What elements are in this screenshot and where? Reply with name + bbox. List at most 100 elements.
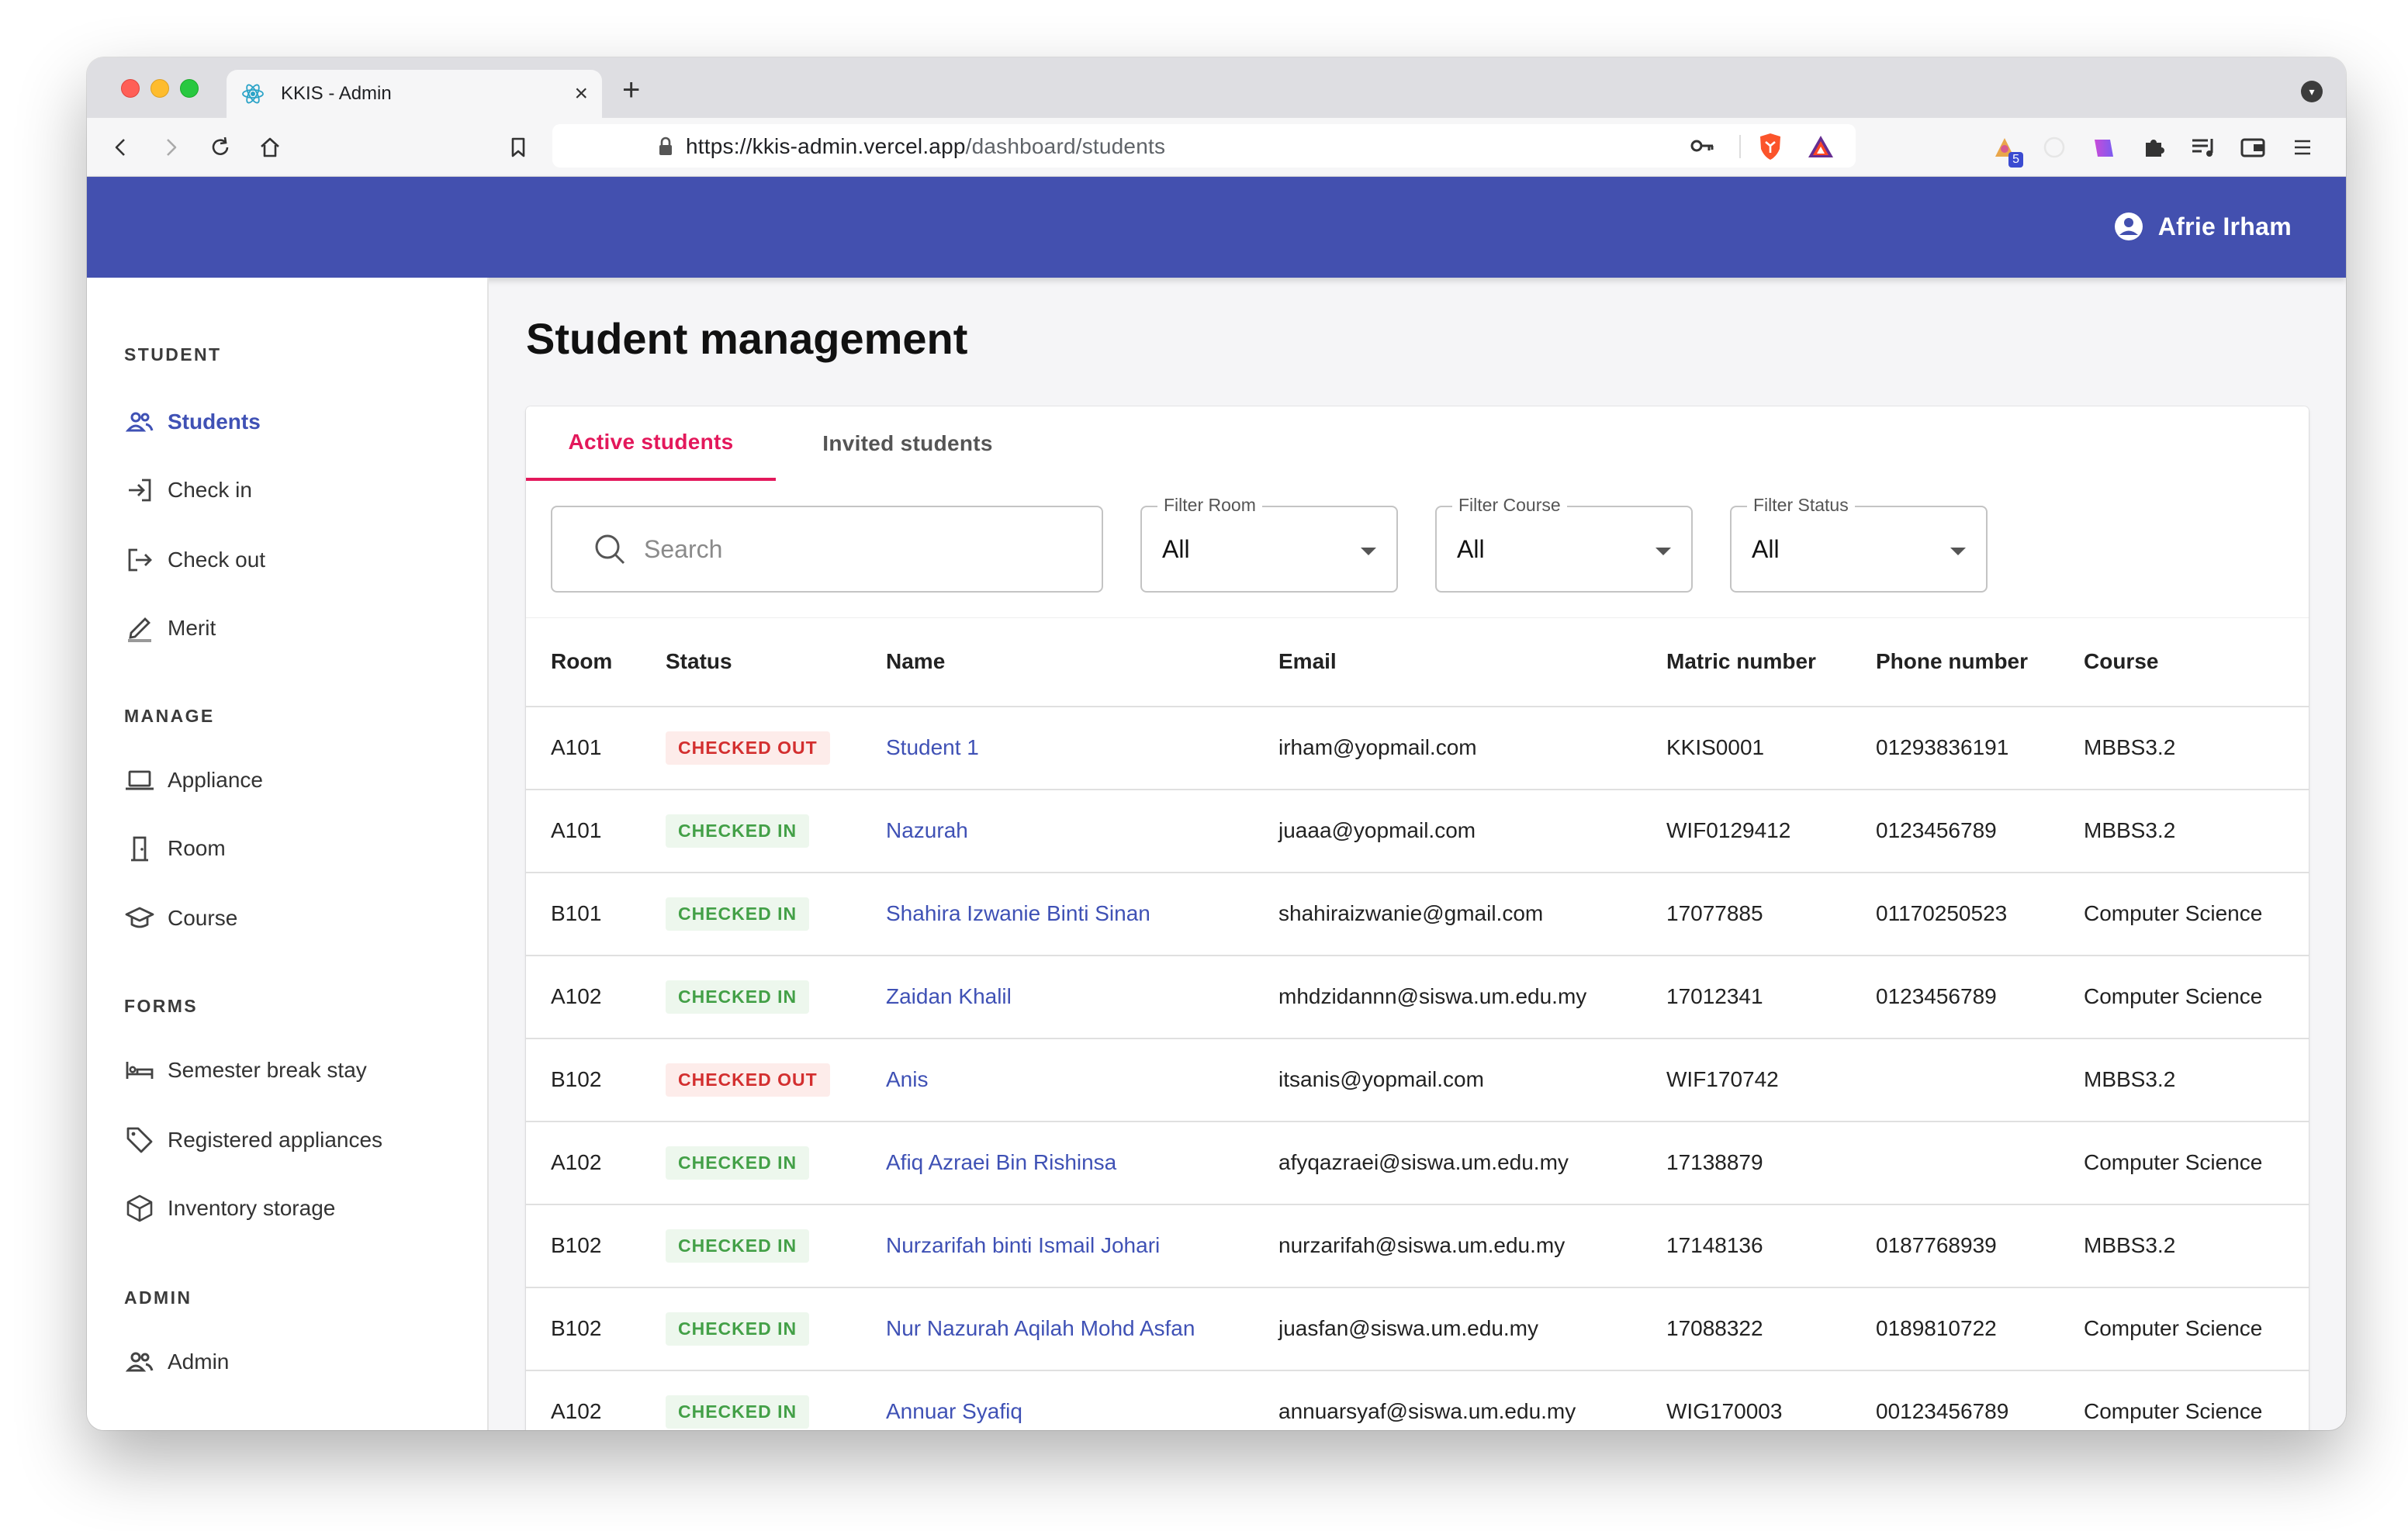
address-bar[interactable]: https://kkis-admin.vercel.app/dashboard/… <box>552 124 1856 168</box>
sidebar-item-label: Merit <box>168 616 216 640</box>
maximize-window-button[interactable] <box>180 79 199 98</box>
filter-room-value: All <box>1162 535 1190 563</box>
search-input[interactable] <box>644 534 1032 564</box>
page-title: Student management <box>526 314 968 363</box>
sidebar-item-merit[interactable]: Merit <box>124 607 465 650</box>
table-header-row: Room Status Name Email Matric number Pho… <box>526 617 2309 707</box>
cell-phone-number: 0123456789 <box>1876 984 1997 1008</box>
url-path: /dashboard/students <box>965 134 1166 158</box>
bed-icon <box>124 1055 155 1086</box>
search-field[interactable] <box>551 506 1103 593</box>
cell-matric-number: 17138879 <box>1666 1150 1763 1174</box>
table-row[interactable]: A102 CHECKED IN Afiq Azraei Bin Rishinsa af… <box>526 1121 2309 1204</box>
cell-name[interactable]: Student 1 <box>861 707 1254 790</box>
minimize-window-button[interactable] <box>150 79 169 98</box>
sidebar-item-appliance[interactable]: Appliance <box>124 759 465 802</box>
filter-course-select[interactable]: Filter Course All <box>1435 495 1693 593</box>
sidebar-item-label: Admin <box>168 1350 230 1374</box>
cell-email: juaaa@yopmail.com <box>1278 818 1476 842</box>
user-menu[interactable]: Afrie Irham <box>2113 211 2292 242</box>
column-header-course[interactable]: Course <box>2059 617 2309 707</box>
bookmark-icon[interactable] <box>503 132 534 163</box>
cell-name[interactable]: Anis <box>861 1039 1254 1121</box>
sidebar-item-registered-appliances[interactable]: Registered appliances <box>124 1118 465 1162</box>
cell-name[interactable]: Afiq Azraei Bin Rishinsa <box>861 1121 1254 1204</box>
url-text[interactable]: https://kkis-admin.vercel.app/dashboard/… <box>686 134 1165 159</box>
table-row[interactable]: B102 CHECKED OUT Anis itsanis@yopmail.com WI… <box>526 1039 2309 1121</box>
rewards-triangle-icon[interactable] <box>1806 133 1835 160</box>
sidebar-item-check-in[interactable]: Check in <box>124 468 465 512</box>
filter-status-label: Filter Status <box>1747 495 1855 516</box>
tab-close-icon[interactable]: × <box>574 82 588 105</box>
students-card: Active students Invited students Filter … <box>526 406 2309 1430</box>
cell-name[interactable]: Nazurah <box>861 790 1254 873</box>
browser-tab[interactable]: KKIS - Admin × <box>227 70 602 118</box>
extension-gradient-icon[interactable] <box>2088 132 2119 163</box>
tab-invited-students[interactable]: Invited students <box>782 406 1033 481</box>
sidebar-item-label: Registered appliances <box>168 1128 383 1152</box>
filter-room-select[interactable]: Filter Room All <box>1140 495 1398 593</box>
cell-course: Computer Science <box>2084 1399 2263 1423</box>
cell-room: A102 <box>551 984 602 1008</box>
cell-status: CHECKED IN <box>641 790 861 873</box>
tab-search-icon[interactable]: ▾ <box>2301 81 2323 102</box>
sidebar-item-room[interactable]: Room <box>124 827 465 870</box>
table-row[interactable]: A102 CHECKED IN Annuar Syafiq annuarsyaf@si… <box>526 1370 2309 1431</box>
cell-name[interactable]: Zaidan Khalil <box>861 956 1254 1039</box>
tab-active-students[interactable]: Active students <box>526 406 776 481</box>
cell-room: B102 <box>551 1067 602 1091</box>
cell-name[interactable]: Annuar Syafiq <box>861 1370 1254 1431</box>
sidebar-item-admin[interactable]: Admin <box>124 1340 465 1384</box>
cell-room: A102 <box>551 1150 602 1174</box>
forward-icon[interactable] <box>155 132 186 163</box>
filter-status-select[interactable]: Filter Status All <box>1730 495 1988 593</box>
back-icon[interactable] <box>106 132 137 163</box>
filter-course-label: Filter Course <box>1452 495 1567 516</box>
extensions-puzzle-icon[interactable] <box>2138 132 2169 163</box>
column-header-status[interactable]: Status <box>641 617 861 707</box>
menu-icon[interactable] <box>2287 132 2318 163</box>
table-row[interactable]: B102 CHECKED IN Nur Nazurah Aqilah Mohd As… <box>526 1287 2309 1370</box>
tag-icon <box>124 1125 155 1156</box>
sidebar-item-label: Check in <box>168 478 252 502</box>
cell-name[interactable]: Nurzarifah binti Ismail Johari <box>861 1204 1254 1287</box>
status-badge: CHECKED IN <box>666 814 810 848</box>
reload-icon[interactable] <box>205 132 236 163</box>
playlist-icon[interactable] <box>2188 132 2219 163</box>
column-header-matric-number[interactable]: Matric number <box>1642 617 1851 707</box>
sidebar-item-course[interactable]: Course <box>124 897 465 940</box>
sidebar-item-label: Course <box>168 906 238 930</box>
status-badge: CHECKED OUT <box>666 731 830 765</box>
status-badge: CHECKED OUT <box>666 1063 830 1097</box>
table-row[interactable]: A101 CHECKED IN Nazurah juaaa@yopmail.com WI… <box>526 790 2309 873</box>
sidebar-item-check-out[interactable]: Check out <box>124 538 465 582</box>
table-row[interactable]: B101 CHECKED IN Shahira Izwanie Binti Sina… <box>526 873 2309 956</box>
status-badge: CHECKED IN <box>666 897 810 931</box>
column-header-name[interactable]: Name <box>861 617 1254 707</box>
brave-shield-icon[interactable] <box>1756 132 1784 161</box>
wallet-icon[interactable] <box>2237 132 2268 163</box>
table-row[interactable]: A101 CHECKED OUT Student 1 irham@yopmail.co… <box>526 707 2309 790</box>
sidebar-item-students[interactable]: Students <box>124 400 465 444</box>
sidebar-item-inventory-storage[interactable]: Inventory storage <box>124 1187 465 1230</box>
table-row[interactable]: B102 CHECKED IN Nurzarifah binti Ismail Jo… <box>526 1204 2309 1287</box>
home-icon[interactable] <box>254 132 285 163</box>
close-window-button[interactable] <box>121 79 140 98</box>
extension-rocket-icon[interactable]: 5 <box>1989 132 2023 168</box>
cell-name[interactable]: Nur Nazurah Aqilah Mohd Asfan <box>861 1287 1254 1370</box>
cell-phone-number: 0123456789 <box>1876 818 1997 842</box>
sidebar-section-student: STUDENT <box>124 344 222 365</box>
sidebar-item-semester-break-stay[interactable]: Semester break stay <box>124 1049 465 1092</box>
column-header-email[interactable]: Email <box>1254 617 1642 707</box>
cell-matric-number: 17088322 <box>1666 1316 1763 1340</box>
extension-circle-icon[interactable] <box>2039 132 2070 163</box>
column-header-room[interactable]: Room <box>526 617 641 707</box>
cell-name[interactable]: Shahira Izwanie Binti Sinan <box>861 873 1254 956</box>
new-tab-button[interactable]: + <box>622 74 640 105</box>
column-header-phone-number[interactable]: Phone number <box>1851 617 2059 707</box>
cell-email: annuarsyaf@siswa.um.edu.my <box>1278 1399 1576 1423</box>
cell-course: MBBS3.2 <box>2084 735 2176 759</box>
table-row[interactable]: A102 CHECKED IN Zaidan Khalil mhdzidannn@si… <box>526 956 2309 1039</box>
cell-matric-number: WIF0129412 <box>1666 818 1791 842</box>
key-icon[interactable] <box>1690 135 1714 157</box>
